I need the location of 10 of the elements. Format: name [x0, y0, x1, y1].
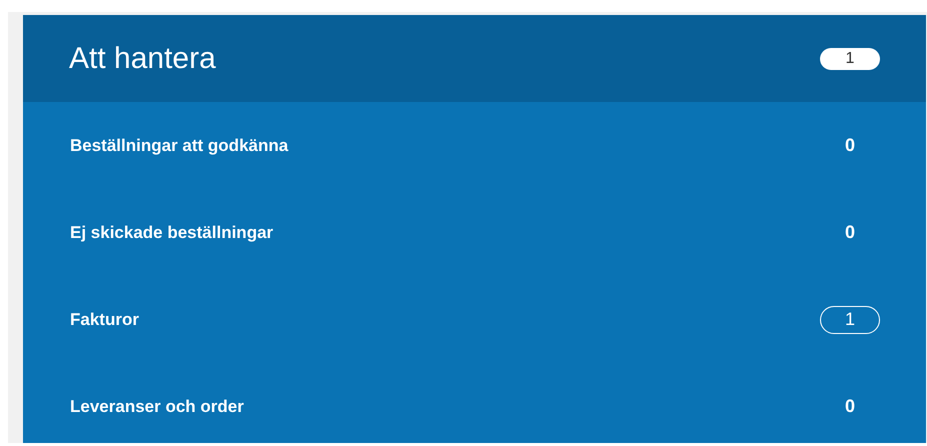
task-link[interactable]: Ej skickade beställningar: [70, 222, 274, 242]
count-text: 0: [844, 222, 855, 243]
task-link[interactable]: Fakturor: [70, 310, 139, 330]
count-text: 0: [844, 396, 855, 417]
count-badge: 1: [820, 306, 880, 334]
count-badge: 1: [820, 48, 880, 70]
panel-title: Att hantera: [69, 42, 216, 76]
task-link[interactable]: Beställningar att godkänna: [70, 136, 288, 156]
task-link[interactable]: Leveranser och order: [70, 396, 244, 416]
count-text: 0: [844, 135, 855, 156]
